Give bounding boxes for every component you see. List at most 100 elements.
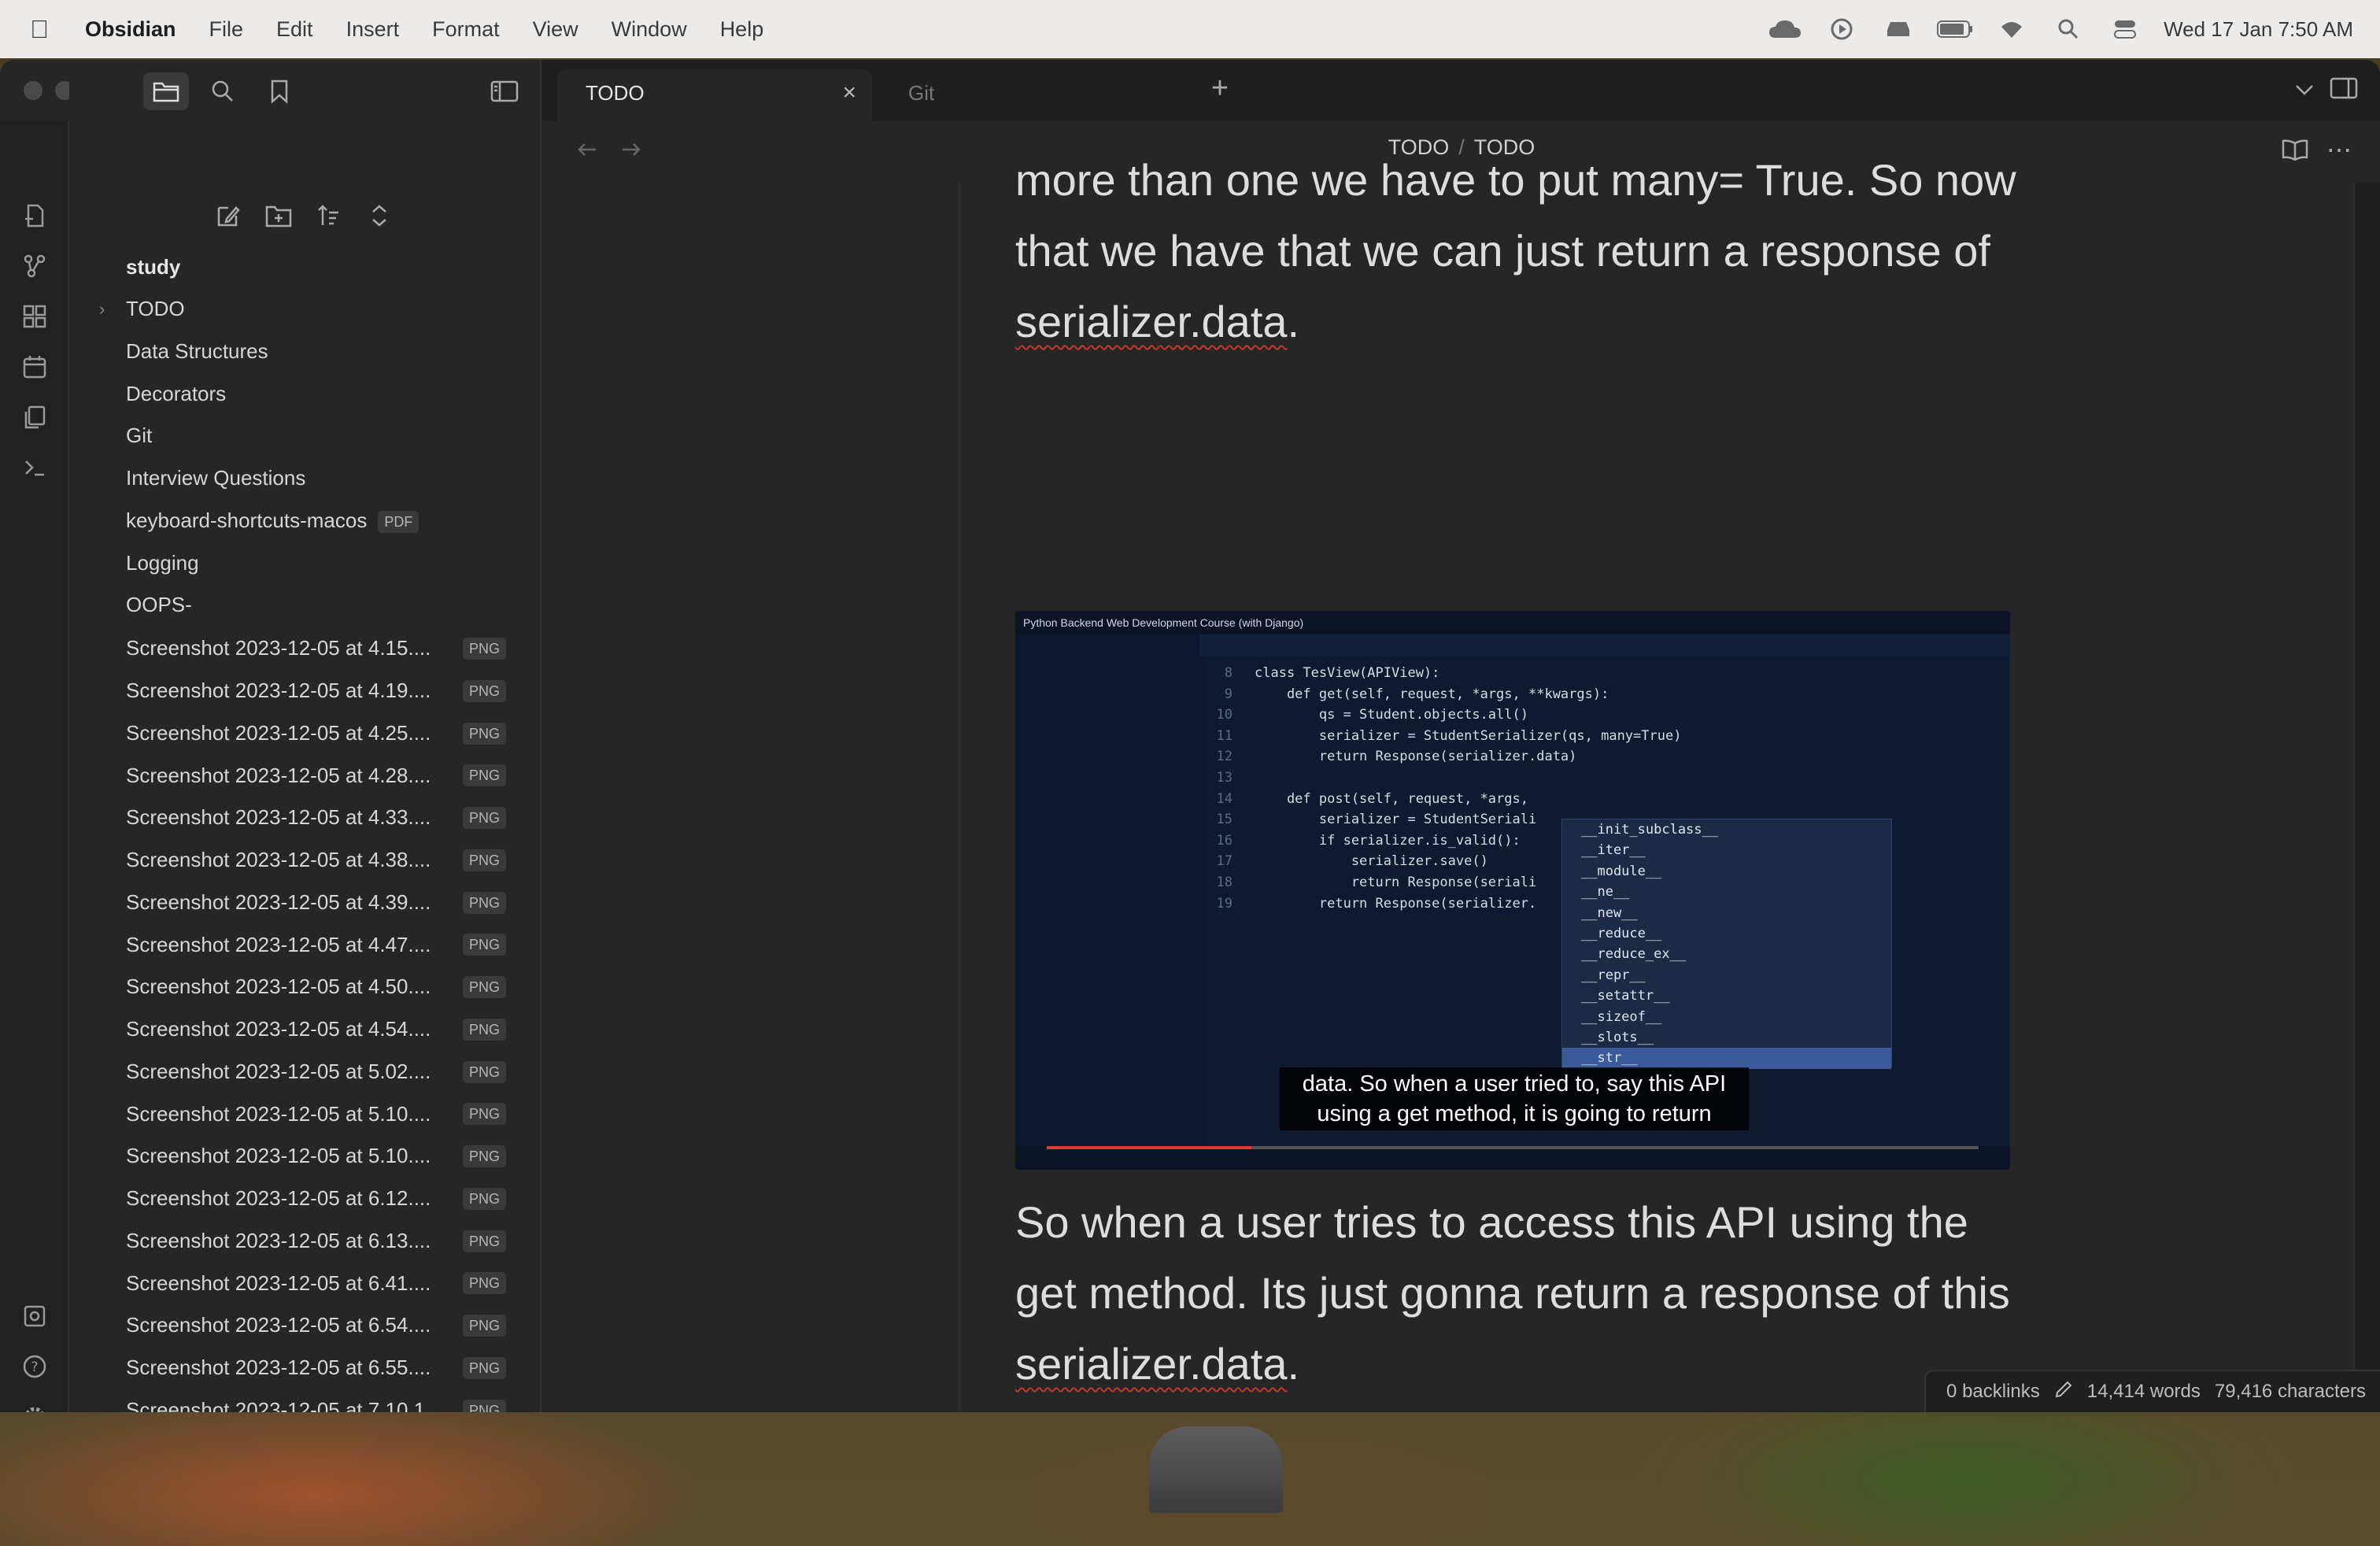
- paragraph-2[interactable]: So when a user tries to access this API …: [1015, 1187, 2038, 1400]
- file-item[interactable]: Screenshot 2023-12-05 at 4.28.... PNG: [71, 753, 540, 796]
- menu-format[interactable]: Format: [432, 17, 500, 42]
- file-item[interactable]: Screenshot 2023-12-05 at 4.33.... PNG: [71, 796, 540, 838]
- vault-switcher-icon[interactable]: [17, 1299, 52, 1333]
- control-center-icon[interactable]: [2107, 17, 2143, 41]
- reading-view-book-icon[interactable]: [2279, 134, 2311, 165]
- file-item[interactable]: Screenshot 2023-12-05 at 6.54.... PNG: [71, 1304, 540, 1346]
- file-item[interactable]: Screenshot 2023-12-05 at 4.47.... PNG: [71, 923, 540, 965]
- file-item[interactable]: Screenshot 2023-12-05 at 5.10.... PNG: [71, 1092, 540, 1134]
- graph-view-icon[interactable]: [17, 249, 52, 283]
- file-item[interactable]: Screenshot 2023-12-05 at 4.54.... PNG: [71, 1008, 540, 1050]
- toggle-right-sidebar-icon[interactable]: [2326, 72, 2361, 104]
- line-number: 9: [1224, 686, 1232, 702]
- canvas-icon[interactable]: [17, 299, 52, 334]
- help-icon[interactable]: ?: [17, 1349, 52, 1384]
- vault-name[interactable]: study: [71, 246, 540, 288]
- files-tab-folder-icon[interactable]: [143, 72, 189, 110]
- character-count: 79,416 characters: [2214, 1381, 2366, 1402]
- file-item[interactable]: Logging: [71, 542, 540, 585]
- file-item[interactable]: Screenshot 2023-12-05 at 5.10.... PNG: [71, 1134, 540, 1177]
- file-item[interactable]: Screenshot 2023-12-05 at 4.39.... PNG: [71, 881, 540, 923]
- chevron-right-icon[interactable]: ›: [99, 288, 105, 331]
- line-number: 14: [1216, 790, 1232, 807]
- window-close-button[interactable]: [24, 81, 42, 100]
- file-item[interactable]: Screenshot 2023-12-05 at 7.10.1... PNG: [71, 1389, 540, 1412]
- play-circle-icon[interactable]: [1824, 17, 1860, 41]
- templates-icon[interactable]: [17, 400, 52, 435]
- search-tab-icon[interactable]: [200, 72, 246, 110]
- open-quick-switcher-icon[interactable]: [17, 198, 52, 233]
- paragraph-1-spell-link[interactable]: serializer.data: [1015, 297, 1288, 346]
- paragraph-1[interactable]: more than one we have to put many= True.…: [1015, 145, 2038, 357]
- apple-icon[interactable]: : [30, 15, 61, 44]
- file-item[interactable]: Screenshot 2023-12-05 at 6.13.... PNG: [71, 1219, 540, 1262]
- edit-pencil-icon[interactable]: [2054, 1380, 2073, 1404]
- menu-file[interactable]: File: [209, 17, 244, 42]
- close-tab-icon[interactable]: ×: [842, 69, 856, 117]
- cloud-icon[interactable]: [1767, 17, 1803, 41]
- settings-gear-icon[interactable]: [17, 1400, 52, 1412]
- file-item-label: TODO: [126, 297, 185, 320]
- sort-order-icon[interactable]: [310, 198, 348, 233]
- menu-app-name[interactable]: Obsidian: [85, 17, 176, 42]
- tab-todo-label: TODO: [586, 81, 645, 105]
- file-item[interactable]: Screenshot 2023-12-05 at 6.41.... PNG: [71, 1261, 540, 1304]
- code-text: qs = Student.objects.all(): [1255, 707, 1528, 723]
- command-palette-icon[interactable]: [17, 450, 52, 485]
- tab-git[interactable]: Git: [880, 69, 1195, 121]
- file-item[interactable]: Screenshot 2023-12-05 at 4.50.... PNG: [71, 965, 540, 1008]
- battery-icon[interactable]: [1937, 17, 1973, 41]
- tab-todo[interactable]: TODO ×: [557, 69, 872, 121]
- editor-gutter-divider: [959, 183, 960, 1412]
- menu-clock[interactable]: Wed 17 Jan 7:50 AM: [2164, 17, 2353, 42]
- file-item[interactable]: Screenshot 2023-12-05 at 4.25.... PNG: [71, 712, 540, 754]
- file-type-badge: PNG: [463, 1187, 507, 1210]
- file-item-label: Data Structures: [126, 338, 268, 363]
- file-item-label: Screenshot 2023-12-05 at 4.47....: [126, 932, 431, 956]
- menu-view[interactable]: View: [533, 17, 578, 42]
- spotlight-search-icon[interactable]: [2050, 17, 2086, 41]
- file-item[interactable]: Screenshot 2023-12-05 at 4.19.... PNG: [71, 669, 540, 712]
- embedded-screenshot-image[interactable]: Python Backend Web Development Course (w…: [1015, 611, 2010, 1170]
- file-item[interactable]: Screenshot 2023-12-05 at 6.12.... PNG: [71, 1177, 540, 1219]
- file-item[interactable]: Screenshot 2023-12-05 at 4.38.... PNG: [71, 838, 540, 881]
- more-options-icon[interactable]: ⋯: [2323, 134, 2355, 165]
- file-item[interactable]: Screenshot 2023-12-05 at 4.15.... PNG: [71, 627, 540, 669]
- menu-help[interactable]: Help: [720, 17, 764, 42]
- calendar-icon[interactable]: [17, 350, 52, 384]
- file-item[interactable]: OOPS-: [71, 584, 540, 627]
- car-icon[interactable]: [1880, 17, 1916, 41]
- collapse-sidebar-icon[interactable]: [482, 72, 527, 110]
- autocomplete-item: __str__: [1562, 1048, 1891, 1069]
- backlinks-count[interactable]: 0 backlinks: [1946, 1381, 2040, 1403]
- editor-scrollbar[interactable]: [2353, 183, 2380, 1412]
- file-item-label: Screenshot 2023-12-05 at 5.10....: [126, 1144, 431, 1168]
- new-note-icon[interactable]: [209, 198, 247, 233]
- menu-window[interactable]: Window: [612, 17, 687, 42]
- expand-collapse-icon[interactable]: [360, 198, 398, 233]
- file-item[interactable]: Git: [71, 415, 540, 457]
- file-item[interactable]: Screenshot 2023-12-05 at 5.02.... PNG: [71, 1050, 540, 1093]
- file-item-label: Screenshot 2023-12-05 at 4.33....: [126, 805, 431, 830]
- file-item[interactable]: Data Structures: [71, 331, 540, 373]
- paragraph-2-spell-link[interactable]: serializer.data: [1015, 1339, 1288, 1389]
- file-item[interactable]: Interview Questions: [71, 457, 540, 500]
- new-folder-icon[interactable]: [260, 198, 298, 233]
- wifi-icon[interactable]: [1994, 17, 2030, 41]
- menu-insert[interactable]: Insert: [346, 17, 400, 42]
- bookmarks-tab-icon[interactable]: [257, 72, 302, 110]
- new-tab-plus-icon[interactable]: +: [1204, 72, 1236, 105]
- autocomplete-item: __repr__: [1581, 967, 1646, 983]
- editor-pane: TODO / TODO ⋯ more than one we have to put…: [543, 121, 2380, 1412]
- menu-edit[interactable]: Edit: [276, 17, 313, 42]
- file-item[interactable]: Screenshot 2023-12-05 at 6.55.... PNG: [71, 1346, 540, 1389]
- tab-list-chevron-down-icon[interactable]: [2289, 74, 2320, 105]
- file-item[interactable]: keyboard-shortcuts-macos PDF: [71, 500, 540, 542]
- file-item[interactable]: Decorators: [71, 373, 540, 416]
- code-line: 8 class TesView(APIView):: [1204, 663, 1681, 684]
- code-line: 11 serializer = StudentSerializer(qs, ma…: [1204, 726, 1682, 747]
- file-type-badge: PNG: [463, 1399, 507, 1412]
- line-number: 16: [1216, 832, 1232, 849]
- file-item-label: Screenshot 2023-12-05 at 4.50....: [126, 975, 431, 999]
- folder-item[interactable]: › TODO: [71, 288, 540, 331]
